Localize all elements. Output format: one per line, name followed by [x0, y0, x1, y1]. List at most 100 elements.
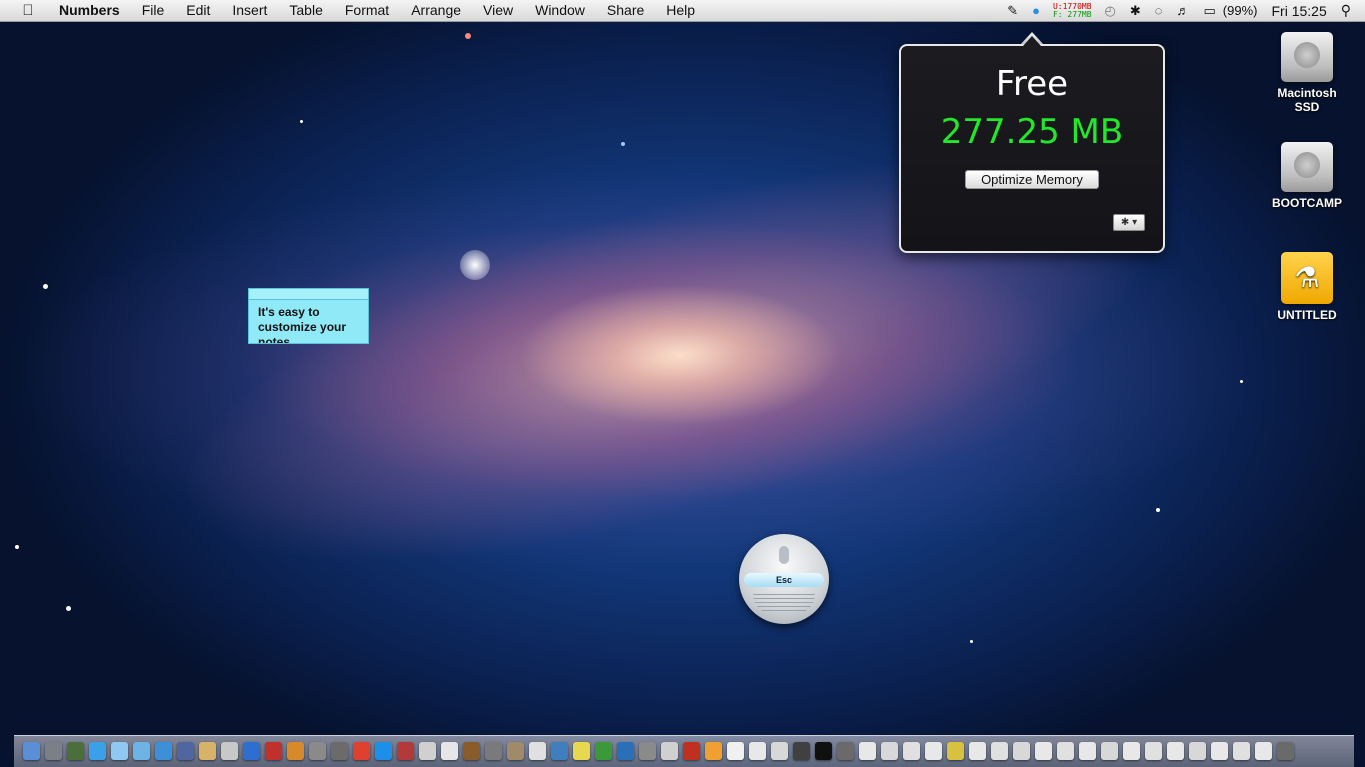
dock-app-icon[interactable]: [66, 742, 84, 760]
settings-gear-icon[interactable]: ✱ ▾: [1113, 214, 1145, 231]
dock-app-icon[interactable]: [748, 742, 766, 760]
dictation-esc-button[interactable]: Esc: [744, 573, 824, 587]
menu-app-name[interactable]: Numbers: [55, 0, 131, 21]
dock-app-icon[interactable]: [330, 742, 348, 760]
menu-view[interactable]: View: [472, 0, 524, 21]
dock-app-icon[interactable]: [154, 742, 172, 760]
apple-logo-icon[interactable]: : [17, 2, 39, 19]
star: [1156, 508, 1160, 512]
dock-app-icon[interactable]: [1012, 742, 1030, 760]
wifi-icon[interactable]: ◌: [1155, 0, 1163, 21]
dock-app-icon[interactable]: [176, 742, 194, 760]
menu-arrange[interactable]: Arrange: [400, 0, 472, 21]
menu-insert[interactable]: Insert: [221, 0, 278, 21]
dock-app-icon[interactable]: [374, 742, 392, 760]
dock-app-icon[interactable]: [770, 742, 788, 760]
dock-app-icon[interactable]: [880, 742, 898, 760]
dock-app-icon[interactable]: [1144, 742, 1162, 760]
desktop-icon-label: Macintosh SSD: [1277, 86, 1337, 114]
battery-icon[interactable]: ▭: [1204, 0, 1216, 21]
dock-app-icon[interactable]: [1254, 742, 1272, 760]
star: [465, 33, 471, 39]
sticky-note[interactable]: It's easy to customize your notes: [248, 288, 369, 344]
dock-app-icon[interactable]: [484, 742, 502, 760]
menu-table[interactable]: Table: [278, 0, 333, 21]
dock-app-icon[interactable]: [968, 742, 986, 760]
menu-format[interactable]: Format: [334, 0, 400, 21]
time-machine-icon[interactable]: ◴: [1105, 0, 1116, 21]
dock-app-icon[interactable]: [242, 742, 260, 760]
menu-window[interactable]: Window: [524, 0, 596, 21]
menu-edit[interactable]: Edit: [175, 0, 221, 21]
star: [66, 606, 71, 611]
dock-app-icon[interactable]: [1122, 742, 1140, 760]
sticky-note-titlebar[interactable]: [249, 289, 368, 300]
dock-app-icon[interactable]: [682, 742, 700, 760]
dock-app-icon[interactable]: [1188, 742, 1206, 760]
dock-app-icon[interactable]: [88, 742, 106, 760]
bluetooth-icon[interactable]: ✱: [1130, 0, 1141, 21]
dock-app-icon[interactable]: [1210, 742, 1228, 760]
memory-free-text: F: 277MB: [1052, 9, 1092, 19]
dock-app-icon[interactable]: [528, 742, 546, 760]
dock-app-icon[interactable]: [704, 742, 722, 760]
dock-app-icon[interactable]: [638, 742, 656, 760]
dock-app-icon[interactable]: [990, 742, 1008, 760]
dock-app-icon[interactable]: [1166, 742, 1184, 760]
dock-app-icon[interactable]: [286, 742, 304, 760]
sticky-note-text[interactable]: It's easy to customize your notes: [249, 300, 368, 343]
dock-app-icon[interactable]: [1078, 742, 1096, 760]
menu-bar:  Numbers File Edit Insert Table Format …: [0, 0, 1365, 22]
dock-app-icon[interactable]: [836, 742, 854, 760]
dock-app-icon[interactable]: [946, 742, 964, 760]
desktop-icon-bootcamp[interactable]: BOOTCAMP: [1262, 142, 1352, 210]
dock-app-icon[interactable]: [660, 742, 678, 760]
battery-percent[interactable]: (99%): [1223, 0, 1258, 21]
dock-app-icon[interactable]: [726, 742, 744, 760]
dock-app-icon[interactable]: [198, 742, 216, 760]
dock-app-icon[interactable]: [924, 742, 942, 760]
menu-bar-status: ✎ ● U:1770MB F: 277MB ◴ ✱ ◌ ♬ ▭ (99%) Fr…: [1000, 0, 1365, 21]
dock-app-icon[interactable]: [572, 742, 590, 760]
desktop-icon-macintosh-ssd[interactable]: Macintosh SSD: [1262, 32, 1352, 114]
dock-app-icon[interactable]: [352, 742, 370, 760]
dock-app-icon[interactable]: [792, 742, 810, 760]
dock-app-icon[interactable]: [44, 742, 62, 760]
clock[interactable]: Fri 15:25: [1271, 0, 1326, 21]
dock-app-icon[interactable]: [1056, 742, 1074, 760]
dock-app-icon[interactable]: [396, 742, 414, 760]
star: [460, 250, 490, 280]
dock: [14, 735, 1354, 767]
dock-app-icon[interactable]: [220, 742, 238, 760]
dock-app-icon[interactable]: [506, 742, 524, 760]
dock-app-icon[interactable]: [814, 742, 832, 760]
menu-file[interactable]: File: [131, 0, 176, 21]
dock-app-icon[interactable]: [132, 742, 150, 760]
optimize-memory-button[interactable]: Optimize Memory: [965, 170, 1099, 189]
dock-app-icon[interactable]: [308, 742, 326, 760]
dock-app-icon[interactable]: [616, 742, 634, 760]
dock-app-icon[interactable]: [418, 742, 436, 760]
dock-app-icon[interactable]: [1100, 742, 1118, 760]
dock-app-icon[interactable]: [462, 742, 480, 760]
dock-app-icon[interactable]: [440, 742, 458, 760]
dock-app-icon[interactable]: [264, 742, 282, 760]
dock-app-icon[interactable]: [110, 742, 128, 760]
dock-app-icon[interactable]: [858, 742, 876, 760]
dictation-widget[interactable]: Esc: [739, 534, 829, 624]
dock-app-icon[interactable]: [1034, 742, 1052, 760]
evernote-icon[interactable]: ✎: [1007, 0, 1018, 21]
twitter-bird-icon[interactable]: ●: [1032, 0, 1040, 21]
memory-status[interactable]: U:1770MB F: 277MB: [1052, 2, 1092, 19]
spotlight-search-icon[interactable]: ⚲: [1341, 0, 1351, 21]
desktop-icon-untitled[interactable]: ⚗ UNTITLED: [1262, 252, 1352, 322]
dock-app-icon[interactable]: [550, 742, 568, 760]
dock-app-icon[interactable]: [594, 742, 612, 760]
volume-icon[interactable]: ♬: [1177, 0, 1190, 21]
trash-icon[interactable]: [1276, 742, 1294, 760]
dock-app-icon[interactable]: [1232, 742, 1250, 760]
menu-help[interactable]: Help: [655, 0, 706, 21]
dock-app-icon[interactable]: [22, 742, 40, 760]
dock-app-icon[interactable]: [902, 742, 920, 760]
menu-share[interactable]: Share: [596, 0, 655, 21]
